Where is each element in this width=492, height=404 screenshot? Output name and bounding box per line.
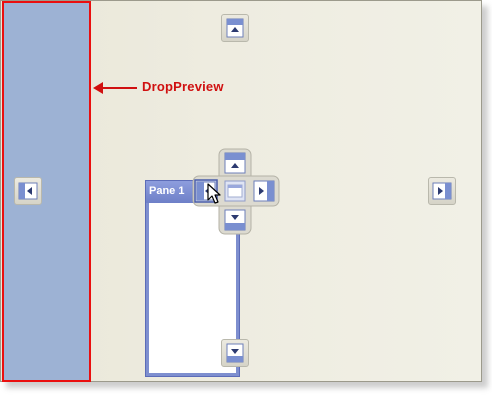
callout-label: DropPreview <box>142 79 224 94</box>
screenshot-stage: DropPreview Pane 1 <box>0 0 492 404</box>
dock-right-icon <box>432 182 452 200</box>
arrow-cursor-icon <box>207 183 221 204</box>
compass-bottom-guide[interactable] <box>223 208 247 232</box>
compass-center-icon <box>224 180 246 202</box>
dock-bottom-icon <box>226 343 244 363</box>
compass-right-guide[interactable] <box>252 179 276 203</box>
compass-top-icon <box>224 152 246 174</box>
dock-left-guide[interactable] <box>14 177 42 205</box>
compass-right-icon <box>253 180 275 202</box>
pane-title: Pane 1 <box>149 185 185 197</box>
compass-top-guide[interactable] <box>223 151 247 175</box>
dock-top-guide[interactable] <box>221 14 249 42</box>
dock-right-guide[interactable] <box>428 177 456 205</box>
dock-top-icon <box>226 18 244 38</box>
callout-arrow-icon <box>93 82 137 94</box>
dock-bottom-guide[interactable] <box>221 339 249 367</box>
compass-center-guide[interactable] <box>223 179 247 203</box>
dock-left-icon <box>18 182 38 200</box>
compass-bottom-icon <box>224 209 246 231</box>
